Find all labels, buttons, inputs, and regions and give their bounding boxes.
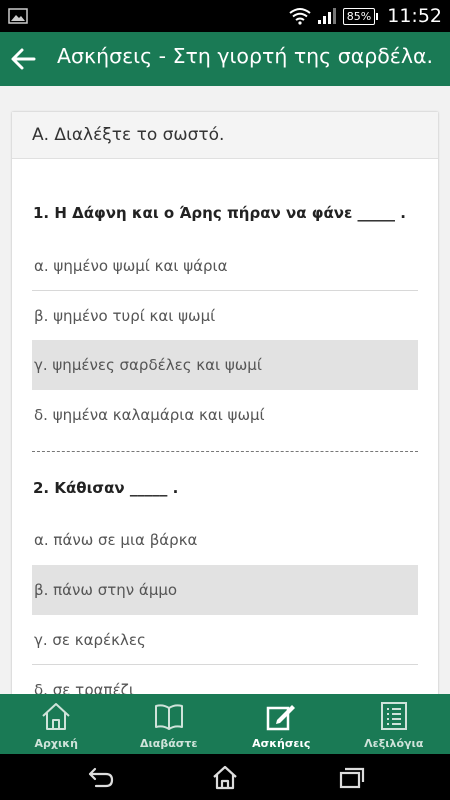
home-icon [42,703,70,730]
question-1-option-a[interactable]: α. ψημένο ψωμί και ψάρια [32,241,418,291]
nav-item-read[interactable]: Διαβάστε [113,694,226,754]
list-icon [380,702,407,730]
nav-label-vocabulary: Λεξιλόγια [364,737,424,750]
nav-label-read: Διαβάστε [140,737,198,750]
back-arrow-icon[interactable] [10,45,36,73]
question-1-option-b[interactable]: β. ψημένο τυρί και ψωμί [32,291,418,341]
question-2-option-b[interactable]: β. πάνω στην άμμο [32,565,418,615]
nav-label-exercises: Ασκήσεις [252,737,311,750]
recent-apps-icon[interactable] [337,764,365,790]
section-header: Α. Διαλέξτε το σωστό. [12,112,438,159]
question-1-option-c[interactable]: γ. ψημένες σαρδέλες και ψωμί [32,340,418,390]
page-title: Ασκήσεις - Στη γιορτή της σαρδέλα. [57,44,434,68]
home-button-icon[interactable] [211,764,239,790]
section-title: Α. Διαλέξτε το σωστό. [32,125,225,145]
question-1-text: 1. Η Δάφνη και ο Άρης πήραν να φάνε ____… [33,204,406,222]
nav-label-home: Αρχική [34,737,78,750]
edit-icon [266,705,295,731]
nav-item-vocabulary[interactable]: Λεξιλόγια [338,694,450,754]
question-1-option-d[interactable]: δ. ψημένα καλαμάρια και ψωμί [32,390,418,440]
app-bar: Ασκήσεις - Στη γιορτή της σαρδέλα. [0,32,450,86]
question-2-text: 2. Κάθισαν _____ . [33,479,179,497]
signal-icon [317,8,336,24]
nav-item-exercises[interactable]: Ασκήσεις [225,694,338,754]
nav-item-home[interactable]: Αρχική [0,694,113,754]
back-icon[interactable] [86,764,116,790]
question-2-option-a[interactable]: α. πάνω σε μια βάρκα [32,515,418,565]
content-area[interactable]: Α. Διαλέξτε το σωστό. 1. Η Δάφνη και ο Ά… [0,86,450,694]
question-2-option-c[interactable]: γ. σε καρέκλες [32,615,418,665]
exercise-card: Α. Διαλέξτε το σωστό. 1. Η Δάφνη και ο Ά… [12,112,438,694]
book-icon [154,704,183,730]
system-navigation-bar [0,754,450,800]
bottom-navigation: Αρχική Διαβάστε Ασκήσεις Λεξιλόγια [0,694,450,754]
wifi-icon [289,8,311,25]
image-notification-icon [8,8,28,24]
question-divider [32,451,418,452]
battery-indicator: 85% [342,7,379,25]
question-2-option-d[interactable]: δ. σε τραπέζι [32,665,418,694]
clock: 11:52 [387,5,442,27]
status-bar: 85% 11:52 [0,0,450,32]
